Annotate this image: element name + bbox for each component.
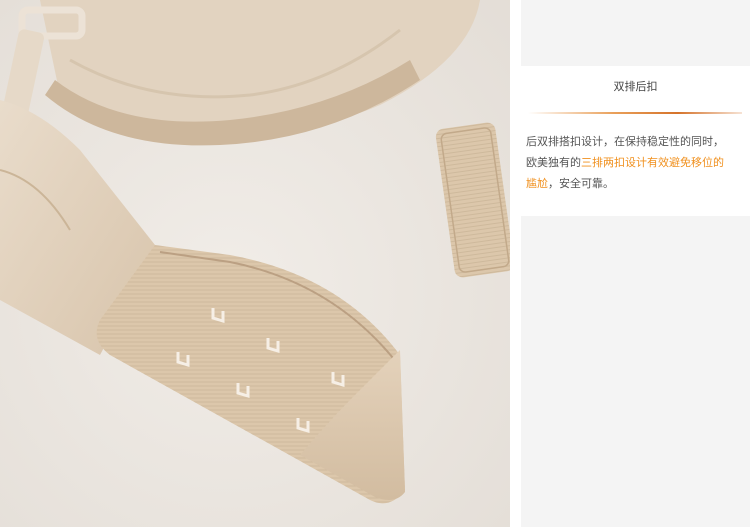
desc-line-1: 后双排搭扣设计，在保持稳定性的同时， [526, 135, 724, 148]
feature-heading: 双排后扣 [613, 80, 658, 93]
desc-line-2-normal: 欧美独有的 [526, 156, 581, 169]
feature-description: 后双排搭扣设计，在保持稳定性的同时， 欧美独有的三排两扣设计有效避免移位的 尴尬… [526, 131, 748, 194]
side-panel-top [521, 0, 750, 66]
side-panel-bottom [521, 216, 750, 527]
desc-line-3-highlight: 尴尬 [526, 177, 548, 190]
desc-line-2: 欧美独有的三排两扣设计有效避免移位的 [526, 152, 748, 173]
product-photo [0, 0, 510, 527]
desc-line-2-highlight: 三排两扣设计有效避免移位的 [581, 156, 724, 169]
bra-hook-closure-image [0, 0, 510, 527]
desc-line-3: 尴尬，安全可靠。 [526, 173, 748, 194]
desc-line-3-normal: ，安全可靠。 [548, 177, 614, 190]
heading-divider [528, 112, 742, 114]
